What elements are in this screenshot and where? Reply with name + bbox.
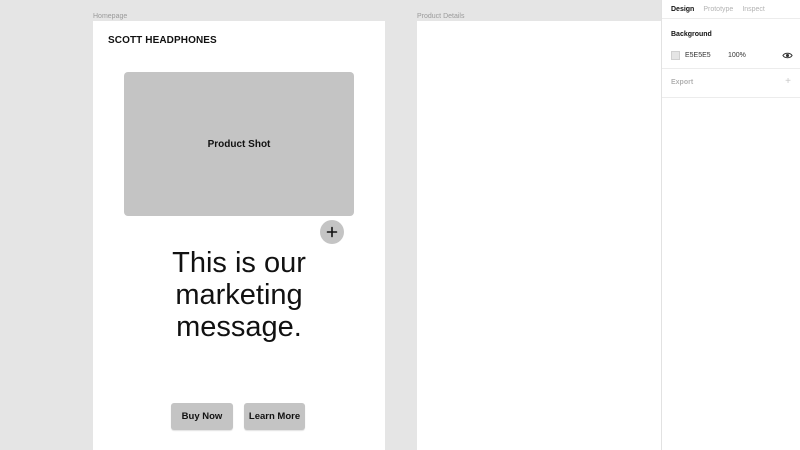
panel-tabs: Design Prototype Inspect bbox=[671, 5, 765, 15]
brand-name: SCOTT HEADPHONES bbox=[108, 35, 217, 46]
marketing-line: marketing bbox=[175, 279, 303, 311]
learn-more-button[interactable]: Learn More bbox=[244, 403, 305, 430]
background-color-swatch[interactable] bbox=[671, 50, 680, 60]
add-button[interactable] bbox=[320, 220, 344, 244]
background-hex-value[interactable]: E5E5E5 bbox=[685, 52, 728, 59]
product-shot-label: Product Shot bbox=[207, 138, 271, 150]
plus-icon[interactable]: + bbox=[785, 77, 791, 87]
divider bbox=[662, 97, 800, 98]
tab-design[interactable]: Design bbox=[671, 5, 694, 15]
marketing-message: This is our marketing message. bbox=[93, 247, 385, 343]
eye-icon[interactable] bbox=[782, 50, 793, 61]
product-shot-placeholder[interactable]: Product Shot bbox=[124, 72, 354, 216]
product-details-frame[interactable] bbox=[417, 21, 661, 450]
properties-panel: Design Prototype Inspect Background E5E5… bbox=[661, 0, 800, 450]
tab-inspect[interactable]: Inspect bbox=[742, 5, 765, 15]
export-section-title[interactable]: Export bbox=[671, 79, 693, 86]
design-canvas[interactable]: Homepage Product Details SCOTT HEADPHONE… bbox=[0, 0, 661, 450]
plus-icon bbox=[326, 226, 338, 238]
divider bbox=[662, 18, 800, 19]
divider bbox=[662, 68, 800, 69]
marketing-line: message. bbox=[176, 311, 302, 343]
buy-now-button[interactable]: Buy Now bbox=[171, 403, 233, 430]
tab-prototype[interactable]: Prototype bbox=[703, 5, 733, 15]
homepage-frame[interactable]: SCOTT HEADPHONES Product Shot This is ou… bbox=[93, 21, 385, 450]
background-fill-row: E5E5E5 100% bbox=[671, 49, 793, 61]
marketing-line: This is our bbox=[172, 247, 306, 279]
background-section-title: Background bbox=[671, 31, 712, 38]
background-opacity-value[interactable]: 100% bbox=[728, 52, 746, 59]
